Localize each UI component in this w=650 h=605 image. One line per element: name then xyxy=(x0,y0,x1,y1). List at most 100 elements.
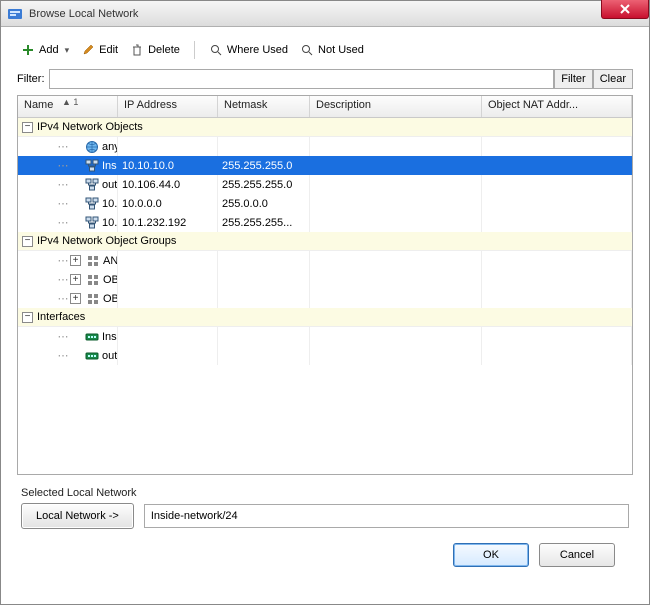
object-grid[interactable]: Name ▲ 1 IP Address Netmask Description … xyxy=(17,95,633,475)
ok-button[interactable]: OK xyxy=(453,543,529,567)
close-button[interactable] xyxy=(601,0,649,19)
filter-label: Filter: xyxy=(17,73,45,85)
network-icon xyxy=(84,197,100,211)
item-name: any xyxy=(102,141,118,153)
not-used-label: Not Used xyxy=(318,44,364,56)
group-icon xyxy=(85,292,101,306)
cell-description xyxy=(310,156,482,175)
plus-icon xyxy=(21,43,35,57)
not-used-button[interactable]: Not Used xyxy=(296,41,368,59)
cell-description xyxy=(310,175,482,194)
table-row[interactable]: ⋯ Inside xyxy=(18,327,632,346)
col-header-name[interactable]: Name ▲ 1 xyxy=(18,96,118,117)
group-row[interactable]: −Interfaces xyxy=(18,308,632,327)
clear-button[interactable]: Clear xyxy=(593,69,633,89)
group-icon xyxy=(85,273,101,287)
table-row[interactable]: ⋯outside xyxy=(18,346,632,365)
filter-row: Filter: Filter Clear xyxy=(17,69,633,89)
sort-indicator: ▲ 1 xyxy=(62,97,78,107)
table-row[interactable]: ⋯Inside...10.10.10.0255.255.255.0 xyxy=(18,156,632,175)
cell-nat xyxy=(482,175,632,194)
selected-value-input[interactable] xyxy=(144,504,629,528)
tree-line: ⋯ xyxy=(56,330,70,343)
delete-label: Delete xyxy=(148,44,180,56)
cell-nat xyxy=(482,137,632,156)
group-icon xyxy=(85,254,101,268)
cell-nat xyxy=(482,327,632,346)
table-row[interactable]: ⋯+OBJ_L... xyxy=(18,270,632,289)
cell-netmask xyxy=(218,137,310,156)
network-icon xyxy=(84,159,100,173)
magnifier-icon xyxy=(300,43,314,57)
add-label: Add xyxy=(39,44,59,56)
cell-description xyxy=(310,327,482,346)
toolbar: Add ▾ Edit Delete Where Used Not xyxy=(17,41,633,59)
cell-netmask xyxy=(218,327,310,346)
cell-nat xyxy=(482,346,632,365)
tree-line: ⋯ xyxy=(56,159,70,172)
cell-nat xyxy=(482,270,632,289)
item-name: Inside xyxy=(102,331,118,343)
col-header-nat[interactable]: Object NAT Addr... xyxy=(482,96,632,117)
cell-netmask: 255.255.255... xyxy=(218,213,310,232)
edit-button[interactable]: Edit xyxy=(77,41,122,59)
cell-nat xyxy=(482,156,632,175)
cell-description xyxy=(310,346,482,365)
group-label: IPv4 Network Object Groups xyxy=(37,235,176,247)
collapse-icon[interactable]: − xyxy=(22,122,33,133)
cell-description xyxy=(310,289,482,308)
col-header-ip[interactable]: IP Address xyxy=(118,96,218,117)
selected-section-label: Selected Local Network xyxy=(21,487,633,499)
group-label: Interfaces xyxy=(37,311,85,323)
add-button[interactable]: Add ▾ xyxy=(17,41,73,59)
expand-icon[interactable]: + xyxy=(70,274,81,285)
cell-ip: 10.0.0.0 xyxy=(118,194,218,213)
group-row[interactable]: −IPv4 Network Objects xyxy=(18,118,632,137)
tree-line: ⋯ xyxy=(56,178,70,191)
cell-nat xyxy=(482,213,632,232)
cell-netmask: 255.0.0.0 xyxy=(218,194,310,213)
where-used-label: Where Used xyxy=(227,44,288,56)
magnifier-icon xyxy=(209,43,223,57)
table-row[interactable]: ⋯+OBJ_S... xyxy=(18,289,632,308)
cell-netmask xyxy=(218,270,310,289)
table-row[interactable]: ⋯ outsid...10.106.44.0255.255.255.0 xyxy=(18,175,632,194)
col-header-description[interactable]: Description xyxy=(310,96,482,117)
expand-icon[interactable]: + xyxy=(70,255,81,266)
where-used-button[interactable]: Where Used xyxy=(205,41,292,59)
dropdown-arrow-icon: ▾ xyxy=(65,45,70,56)
cell-ip xyxy=(118,270,218,289)
item-name: Inside... xyxy=(102,160,118,172)
col-header-netmask[interactable]: Netmask xyxy=(218,96,310,117)
table-row[interactable]: ⋯10.0.0.010.0.0.0255.0.0.0 xyxy=(18,194,632,213)
cell-ip: 10.106.44.0 xyxy=(118,175,218,194)
item-name: 10.1.2... xyxy=(102,217,118,229)
cell-nat xyxy=(482,251,632,270)
delete-button[interactable]: Delete xyxy=(126,41,184,59)
edit-label: Edit xyxy=(99,44,118,56)
cell-ip xyxy=(118,327,218,346)
tree-line: ⋯ xyxy=(56,197,70,210)
cancel-button[interactable]: Cancel xyxy=(539,543,615,567)
table-row[interactable]: ⋯+ANY xyxy=(18,251,632,270)
filter-input[interactable] xyxy=(49,69,555,89)
grid-header: Name ▲ 1 IP Address Netmask Description … xyxy=(18,96,632,118)
network-icon xyxy=(84,216,100,230)
group-row[interactable]: −IPv4 Network Object Groups xyxy=(18,232,632,251)
item-name: outsid... xyxy=(102,179,118,191)
cell-description xyxy=(310,194,482,213)
collapse-icon[interactable]: − xyxy=(22,236,33,247)
cell-netmask xyxy=(218,289,310,308)
collapse-icon[interactable]: − xyxy=(22,312,33,323)
cell-netmask: 255.255.255.0 xyxy=(218,156,310,175)
cell-netmask: 255.255.255.0 xyxy=(218,175,310,194)
cell-ip xyxy=(118,137,218,156)
expand-icon[interactable]: + xyxy=(70,293,81,304)
local-network-button[interactable]: Local Network -> xyxy=(21,503,134,529)
table-row[interactable]: ⋯any xyxy=(18,137,632,156)
group-label: IPv4 Network Objects xyxy=(37,121,143,133)
item-name: outside xyxy=(102,350,118,362)
item-name: 10.0.0.0 xyxy=(102,198,118,210)
table-row[interactable]: ⋯10.1.2...10.1.232.192255.255.255... xyxy=(18,213,632,232)
filter-button[interactable]: Filter xyxy=(554,69,592,89)
